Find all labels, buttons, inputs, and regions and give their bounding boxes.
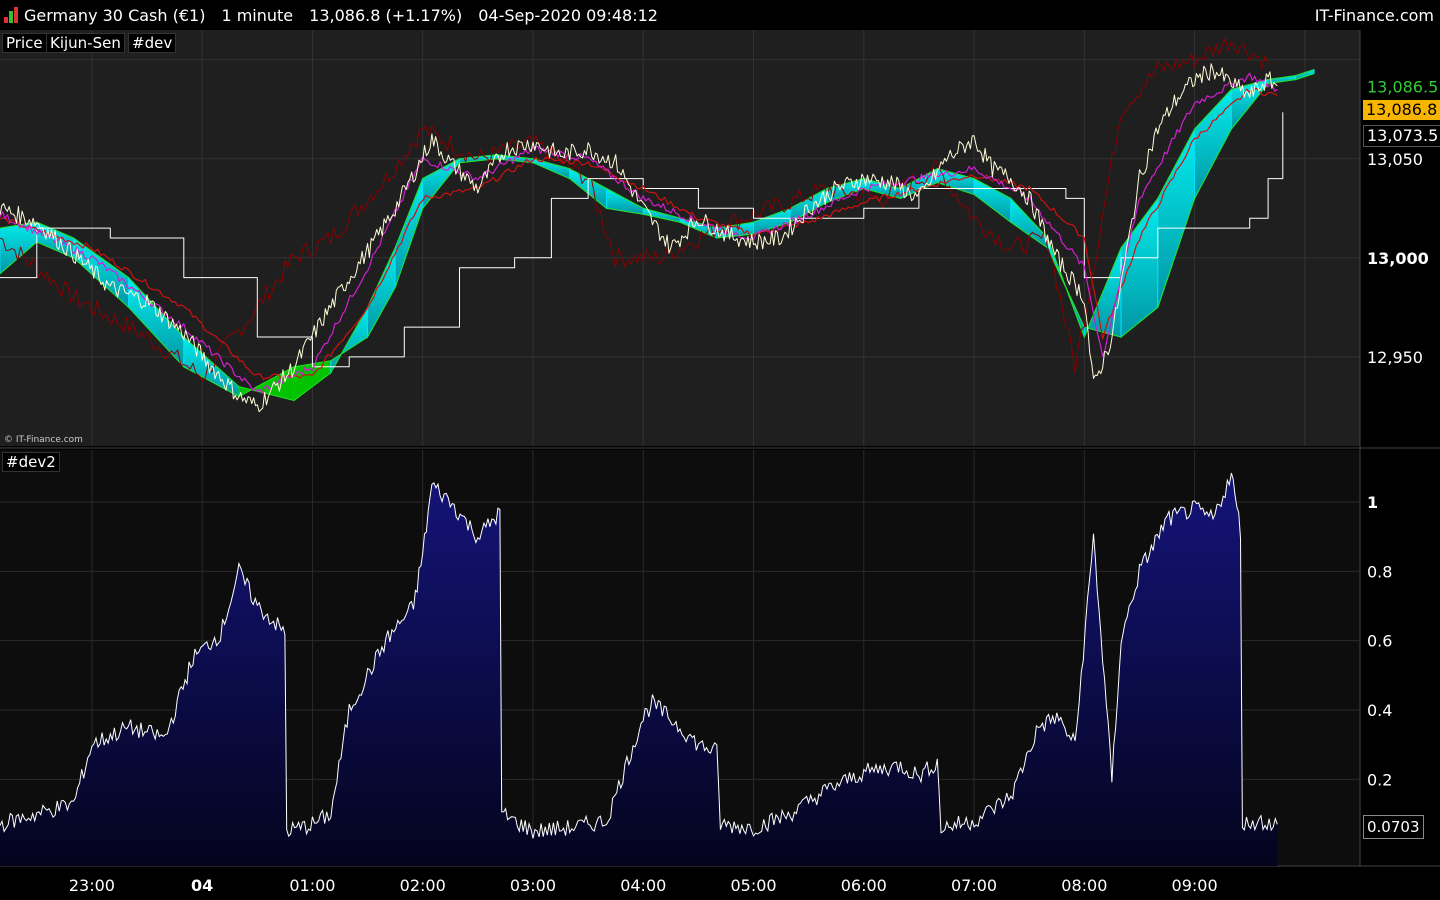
time-tick-label: 09:00 [1172, 876, 1218, 895]
legend-dev[interactable]: #dev [128, 33, 177, 53]
price-tick-label: 13,050 [1367, 150, 1423, 169]
dev2-tick-label: 0.2 [1367, 770, 1392, 789]
time-tick-label: 06:00 [841, 876, 887, 895]
timeframe[interactable]: 1 minute [221, 6, 293, 25]
quote: 13,086.8 (+1.17%) [309, 5, 463, 25]
brand-logo-text: IT-Finance.com [1314, 6, 1434, 25]
time-tick-label: 03:00 [510, 876, 556, 895]
chart-area[interactable]: 12,950 13,000 13,050 13,086.5 0.2 0.4 0.6 0.8 1… [0, 30, 1440, 900]
time-tick-label: 23:00 [69, 876, 115, 895]
time-axis: 23:00 04 01:00 02:00 03:00 04:00 05:00 06:00 07:… [69, 876, 1218, 895]
time-tick-label: 01:00 [289, 876, 335, 895]
price-tick-label: 12,950 [1367, 348, 1423, 367]
legend-kijun-sen[interactable]: Kijun-Sen [46, 33, 125, 53]
dev2-tick-label: 0.6 [1367, 632, 1392, 651]
time-tick-label: 04 [191, 876, 213, 895]
price-tick-label: 13,000 [1367, 249, 1429, 268]
watermark: © IT-Finance.com [4, 435, 83, 445]
dev2-axis: 0.2 0.4 0.6 0.8 1 [1367, 493, 1392, 789]
time-tick-label: 08:00 [1061, 876, 1107, 895]
legend-dev2[interactable]: #dev2 [2, 452, 60, 472]
time-tick-label: 02:00 [400, 876, 446, 895]
chart-header: Germany 30 Cash (€1) 1 minute 13,086.8 (… [0, 0, 1440, 30]
legend-price[interactable]: Price [2, 33, 47, 53]
time-tick-label: 04:00 [620, 876, 666, 895]
price-axis: 12,950 13,000 13,050 13,086.5 [1367, 77, 1438, 366]
dev2-tick-label: 1 [1367, 493, 1378, 512]
dev2-tick-label: 0.4 [1367, 701, 1392, 720]
dev2-tick-label: 0.8 [1367, 562, 1392, 581]
price-tick-label: 13,086.5 [1367, 77, 1438, 96]
candle-bars-icon [4, 7, 18, 23]
kijun-price-badge: 13,073.5 [1363, 125, 1440, 147]
last-price-badge: 13,086.8 [1363, 100, 1440, 120]
instrument-name[interactable]: Germany 30 Cash (€1) [24, 6, 205, 25]
dev2-last-badge: 0.0703 [1363, 815, 1424, 839]
time-tick-label: 07:00 [951, 876, 997, 895]
datetime: 04-Sep-2020 09:48:12 [478, 5, 658, 25]
time-tick-label: 05:00 [730, 876, 776, 895]
